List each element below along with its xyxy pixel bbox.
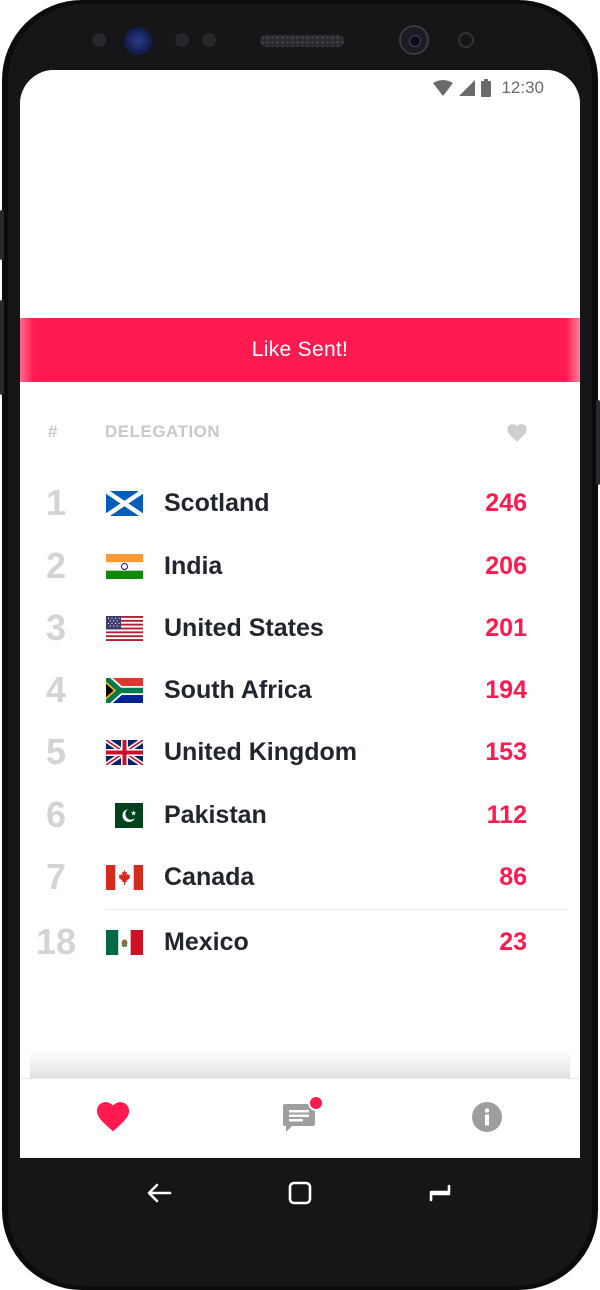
row-country-name: Canada [164,863,255,891]
like-sent-banner: Like Sent! [20,318,580,382]
leaderboard-row-mexico[interactable]: 18 Mexico 23 [20,911,580,973]
battery-icon [481,79,492,97]
row-country-name: Mexico [164,928,249,956]
row-rank: 3 [45,607,67,648]
bottom-navigation-bar [20,1078,580,1158]
leaderboard-row-south-africa[interactable]: 4 South Africa 194 [20,659,580,721]
row-like-count: 153 [485,738,527,766]
nav-chat-button[interactable] [280,1095,324,1137]
side-button-left-2 [0,300,4,395]
row-rank: 7 [45,856,67,897]
rank-column-header: # [48,422,58,441]
row-rank: 6 [45,794,67,835]
home-square-icon [288,1181,312,1205]
nav-info-button[interactable] [467,1097,507,1137]
pakistan-flag-icon [106,803,143,828]
row-like-count: 194 [485,676,527,704]
status-time: 12:30 [501,78,544,97]
row-country-name: India [164,552,223,580]
side-button-right [596,400,600,485]
leaderboard-row-scotland[interactable]: 1 Scotland 246 [20,472,580,534]
row-rank: 2 [45,545,67,586]
row-like-count: 86 [499,863,527,891]
status-bar: 12:30 [20,70,580,106]
system-home-button[interactable] [283,1176,317,1210]
app-screen: 12:30 Like Sent! # DELEGATION 1 Scotland… [20,70,580,1158]
bottom-nav-shadow [30,1050,570,1078]
row-country-name: Pakistan [164,801,267,829]
heart-icon [96,1102,130,1132]
sensor-dot [202,33,216,47]
android-system-navigation-bar [20,1158,580,1230]
scotland-flag-icon [106,491,143,516]
front-camera [399,25,429,55]
system-recents-button[interactable] [423,1176,457,1210]
united-kingdom-flag-icon [106,740,143,765]
chat-notification-badge [308,1095,324,1111]
earpiece-speaker [260,35,344,47]
row-like-count: 23 [499,928,527,956]
side-button-left [0,210,4,260]
iris-scanner [124,27,152,55]
cell-signal-icon [459,80,476,96]
row-country-name: Scotland [164,489,270,517]
system-back-button[interactable] [142,1176,176,1210]
row-country-name: United Kingdom [164,738,358,766]
row-like-count: 246 [485,489,527,517]
wifi-icon [433,80,454,96]
delegation-column-header: DELEGATION [105,422,221,441]
row-like-count: 206 [485,552,527,580]
row-divider [106,909,568,910]
canada-flag-icon [106,865,143,890]
sensor-dot [92,33,106,47]
leaderboard-row-pakistan[interactable]: 6 Pakistan 112 [20,784,580,846]
recent-apps-icon [429,1184,451,1202]
banner-text: Like Sent! [251,338,349,361]
proximity-sensor [458,32,474,48]
row-like-count: 112 [486,801,527,829]
back-arrow-icon [147,1183,172,1203]
row-rank: 5 [45,731,67,772]
row-country-name: United States [164,614,324,642]
united-states-flag-icon [106,616,143,641]
south-africa-flag-icon [106,678,143,703]
mexico-flag-icon [106,930,143,955]
leaderboard-row-india[interactable]: 2 India 206 [20,535,580,597]
nav-likes-button[interactable] [93,1097,133,1137]
row-rank: 18 [35,921,77,962]
row-like-count: 201 [485,614,527,642]
sensor-dot [175,33,189,47]
likes-column-heart-icon [507,424,527,442]
leaderboard-row-canada[interactable]: 7 Canada 86 [20,846,580,908]
leaderboard-row-united-kingdom[interactable]: 5 United Kingdom 153 [20,721,580,783]
info-icon [472,1102,502,1132]
row-rank: 1 [45,482,67,523]
leaderboard-row-united-states[interactable]: 3 United States 201 [20,597,580,659]
india-flag-icon [106,554,143,579]
row-country-name: South Africa [164,676,312,704]
row-rank: 4 [45,669,67,710]
